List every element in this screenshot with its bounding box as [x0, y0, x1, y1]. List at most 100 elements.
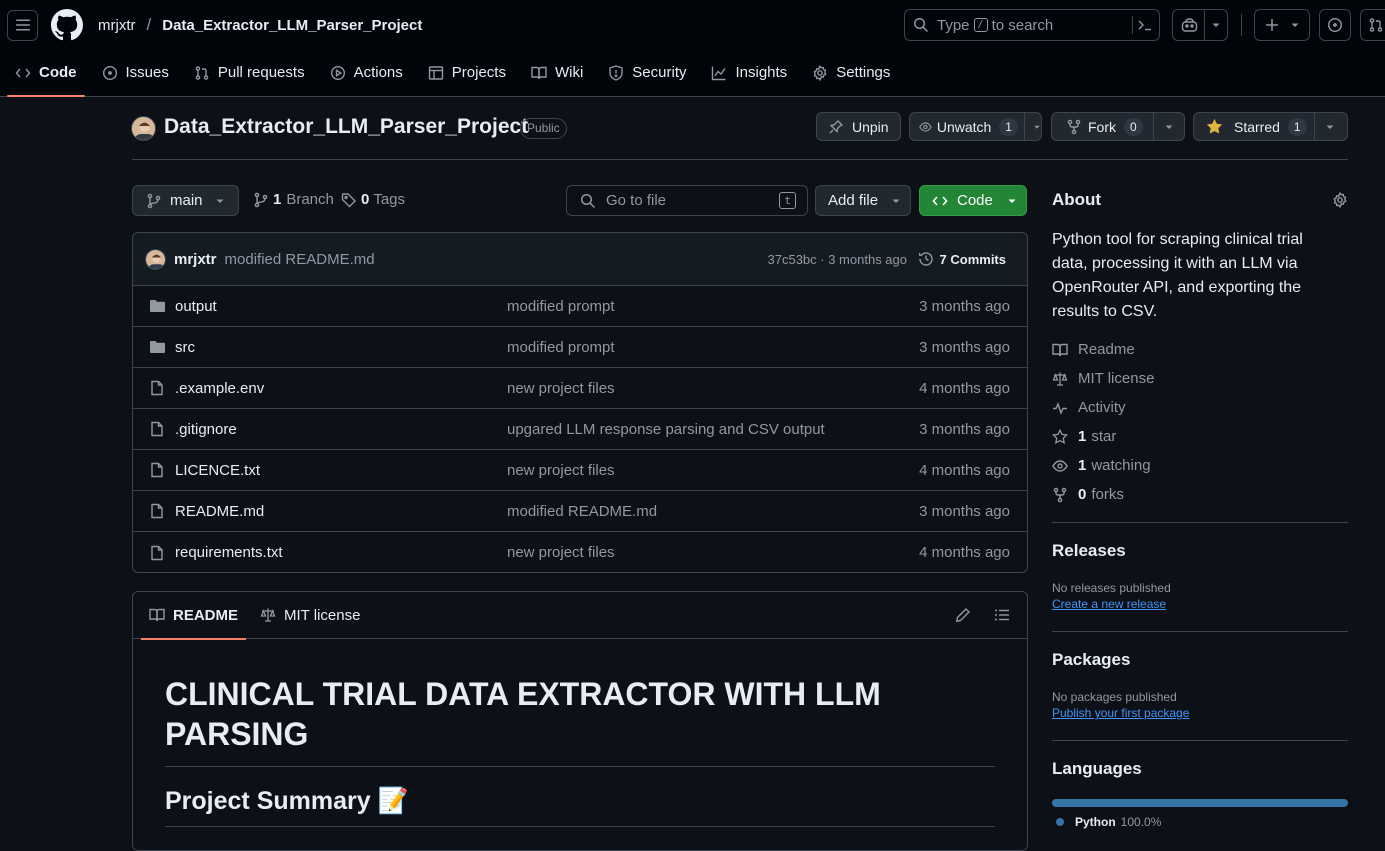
tab-readme[interactable]: README — [141, 592, 247, 640]
readme-link[interactable]: Readme — [1052, 335, 1348, 364]
issues-button[interactable] — [1319, 9, 1351, 41]
commit-author-avatar[interactable] — [145, 248, 166, 270]
packages-section: Packages No packages published Publish y… — [1052, 650, 1348, 720]
file-commit-message[interactable]: new project files — [507, 380, 615, 397]
repo-avatar[interactable] — [131, 116, 156, 141]
activity-link[interactable]: Activity — [1052, 393, 1348, 422]
tab-code[interactable]: Code — [7, 49, 85, 97]
language-item[interactable]: Python 100.0% — [1052, 815, 1348, 829]
chevron-down-icon[interactable] — [1325, 122, 1335, 132]
code-button[interactable]: Code — [919, 185, 1027, 216]
gear-icon[interactable] — [1332, 192, 1348, 208]
list-outline-icon[interactable] — [994, 607, 1010, 623]
file-name[interactable]: .gitignore — [175, 421, 237, 438]
law-icon — [1052, 372, 1068, 386]
tab-projects[interactable]: Projects — [420, 49, 514, 96]
menu-button[interactable] — [7, 9, 38, 41]
starred-button[interactable]: Starred 1 — [1193, 112, 1348, 141]
folder-icon — [150, 300, 165, 312]
license-link[interactable]: MIT license — [1052, 364, 1348, 393]
file-commit-message[interactable]: modified README.md — [507, 503, 657, 520]
repo-title[interactable]: Data_Extractor_LLM_Parser_Project — [164, 115, 528, 139]
stars-link[interactable]: 1 star — [1052, 422, 1348, 451]
tab-license[interactable]: MIT license — [252, 592, 368, 639]
about-title: About — [1052, 190, 1102, 209]
watching-link[interactable]: 1 watching — [1052, 451, 1348, 480]
file-name[interactable]: output — [175, 298, 217, 315]
command-palette-icon[interactable] — [1137, 17, 1153, 33]
tab-label: Issues — [125, 64, 169, 81]
fork-button[interactable]: Fork 0 — [1051, 112, 1185, 141]
watching-label: watching — [1091, 457, 1151, 474]
starred-label: Starred — [1234, 118, 1280, 135]
branches-link[interactable]: 1 Branch — [253, 191, 334, 208]
commit-message[interactable]: modified README.md — [225, 251, 375, 268]
file-commit-message[interactable]: upgared LLM response parsing and CSV out… — [507, 421, 825, 438]
publish-package-link[interactable]: Publish your first package — [1052, 706, 1348, 720]
chevron-down-icon — [1008, 199, 1016, 203]
tab-actions[interactable]: Actions — [322, 49, 411, 96]
search-shortcut: / — [973, 18, 988, 32]
github-logo-icon[interactable] — [51, 9, 83, 41]
file-name[interactable]: requirements.txt — [175, 544, 283, 561]
global-header: mrjxtr / Data_Extractor_LLM_Parser_Proje… — [0, 0, 1385, 50]
releases-title[interactable]: Releases — [1052, 541, 1348, 561]
file-commit-message[interactable]: new project files — [507, 544, 615, 561]
watching-count: 1 — [1078, 457, 1087, 474]
branch-selector[interactable]: main — [132, 185, 239, 216]
shield-icon — [609, 64, 623, 81]
tab-security[interactable]: Security — [600, 49, 694, 96]
tag-label: Tags — [373, 191, 406, 208]
forks-link[interactable]: 0 forks — [1052, 480, 1348, 509]
create-release-link[interactable]: Create a new release — [1052, 597, 1348, 611]
tab-insights[interactable]: Insights — [703, 49, 795, 96]
star-count: 1 — [1287, 117, 1307, 136]
tab-wiki[interactable]: Wiki — [523, 49, 591, 96]
breadcrumb-repo[interactable]: Data_Extractor_LLM_Parser_Project — [162, 17, 422, 34]
chevron-down-icon[interactable] — [1033, 122, 1041, 132]
file-name[interactable]: LICENCE.txt — [175, 462, 260, 479]
tag-icon — [341, 192, 356, 207]
file-commit-message[interactable]: modified prompt — [507, 339, 615, 356]
go-to-file-input[interactable]: Go to file t — [566, 185, 808, 216]
copilot-button[interactable] — [1172, 9, 1228, 41]
tab-pull-requests[interactable]: Pull requests — [186, 49, 313, 96]
language-percent: 100.0% — [1120, 815, 1162, 829]
branch-count: 1 — [273, 191, 282, 208]
tag-count: 0 — [361, 191, 370, 208]
file-commit-message[interactable]: new project files — [507, 462, 615, 479]
file-commit-message[interactable]: modified prompt — [507, 298, 615, 315]
breadcrumb-owner[interactable]: mrjxtr — [98, 17, 136, 34]
commits-link[interactable]: 7 Commits — [918, 251, 1006, 267]
unwatch-button[interactable]: Unwatch 1 — [909, 112, 1042, 141]
tab-license-label: MIT license — [284, 606, 361, 624]
global-search[interactable]: Type / to search — [904, 9, 1160, 41]
file-name[interactable]: src — [175, 339, 195, 356]
tags-link[interactable]: 0 Tags — [341, 191, 405, 208]
file-name[interactable]: README.md — [175, 503, 264, 520]
sidebar-divider — [1052, 740, 1348, 741]
tab-issues[interactable]: Issues — [94, 49, 177, 96]
file-type-icon — [149, 339, 166, 355]
pencil-icon[interactable] — [955, 607, 971, 623]
unpin-button[interactable]: Unpin — [816, 112, 901, 141]
language-name: Python — [1075, 815, 1116, 829]
packages-title[interactable]: Packages — [1052, 650, 1348, 670]
plus-icon — [1266, 19, 1278, 31]
create-new-button[interactable] — [1254, 9, 1310, 41]
table-row: LICENCE.txt new project files 4 months ago — [133, 450, 1027, 491]
play-icon — [330, 65, 345, 80]
tab-settings[interactable]: Settings — [804, 49, 898, 96]
pull-requests-button[interactable] — [1360, 9, 1385, 41]
add-file-button[interactable]: Add file — [815, 185, 911, 216]
commit-meta[interactable]: 37c53bc · 3 months ago — [768, 252, 907, 267]
sidebar-divider — [1052, 631, 1348, 632]
commit-author[interactable]: mrjxtr — [174, 251, 217, 268]
file-type-icon — [149, 503, 165, 519]
issue-icon — [102, 65, 117, 80]
chevron-down-icon[interactable] — [1164, 122, 1174, 132]
file-name[interactable]: .example.env — [175, 380, 264, 397]
table-row: .gitignore upgared LLM response parsing a… — [133, 409, 1027, 450]
branch-icon — [147, 193, 161, 208]
languages-section: Languages Python 100.0% — [1052, 759, 1348, 829]
